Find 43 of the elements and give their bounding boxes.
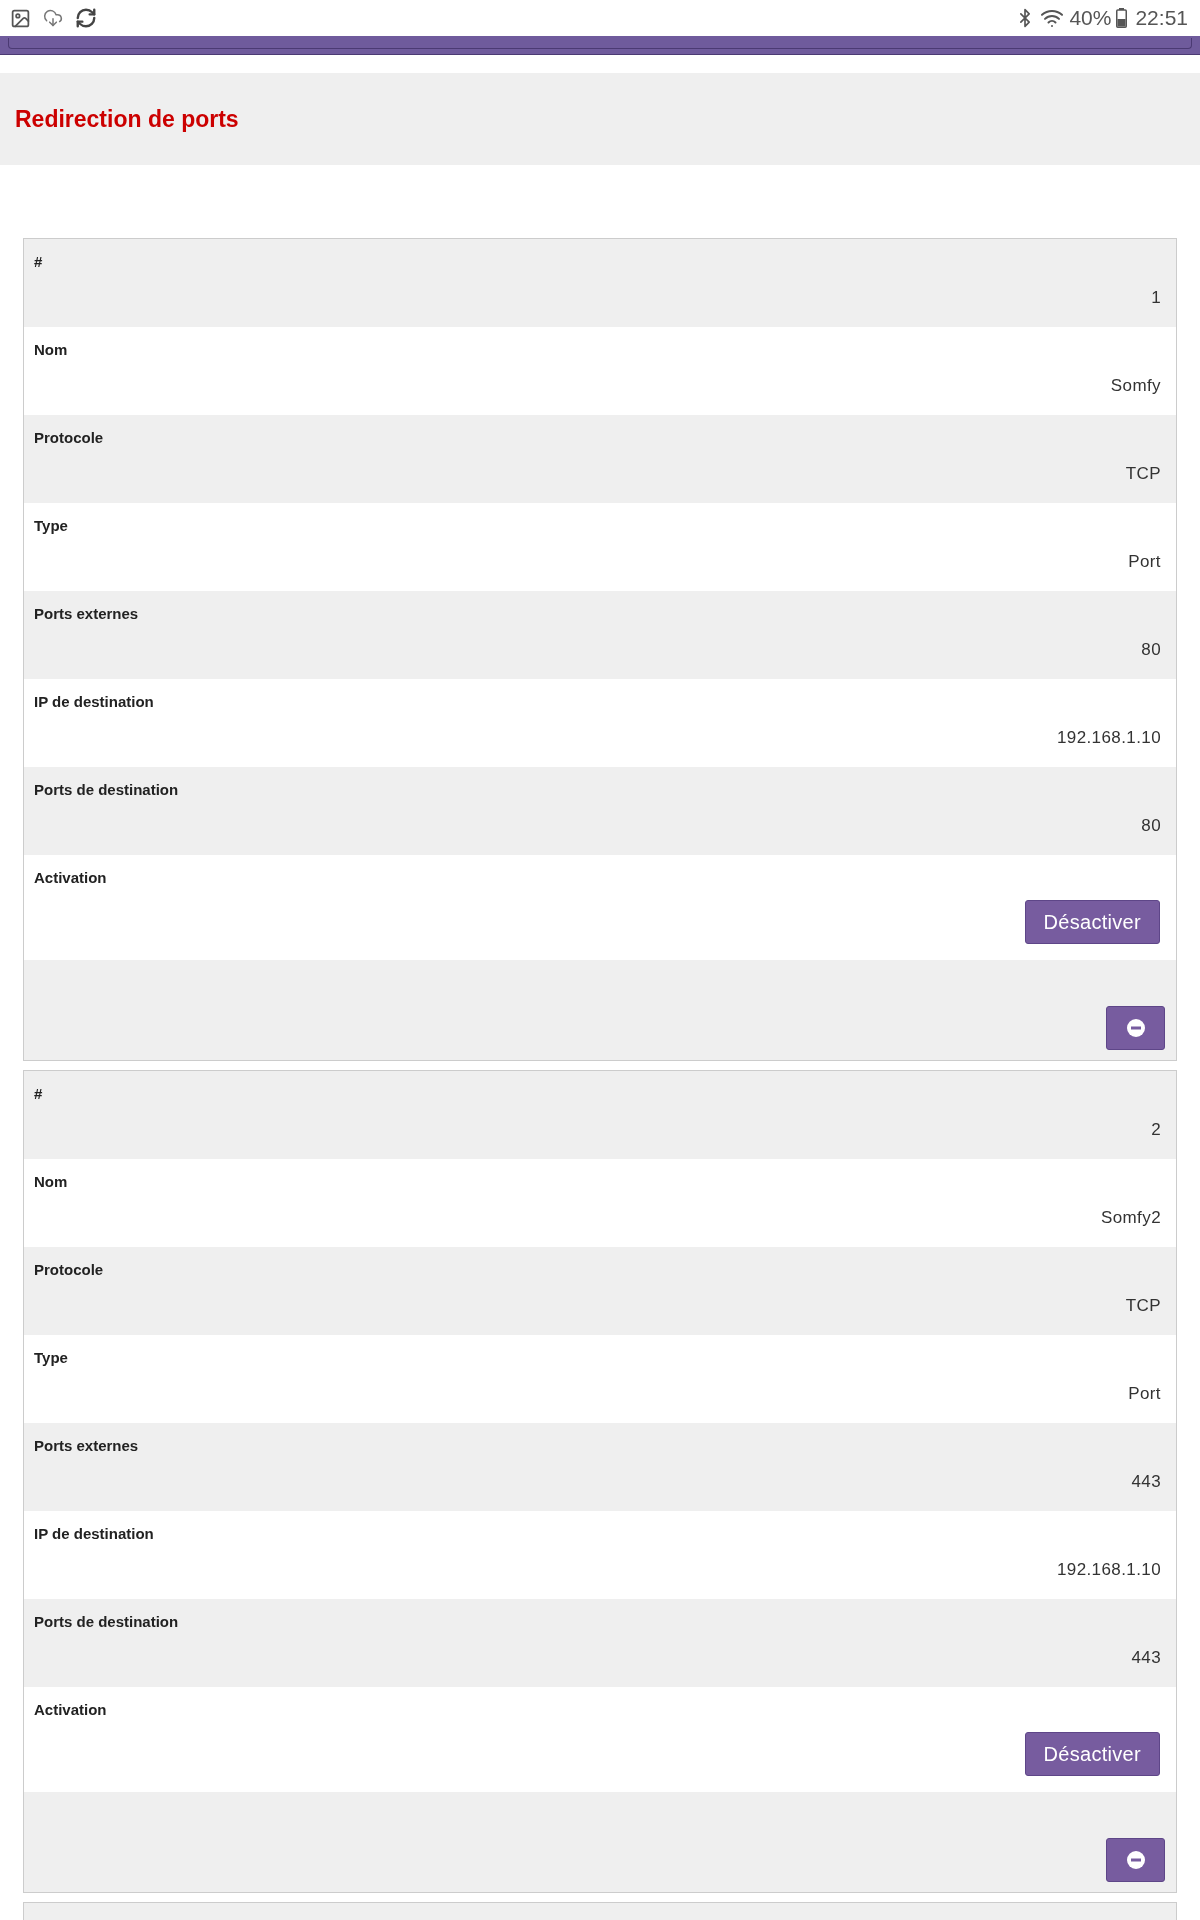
field-label: Nom <box>34 340 68 360</box>
field-value: 2 <box>1151 1120 1161 1140</box>
field-label: Protocole <box>34 428 104 448</box>
remove-button[interactable] <box>1106 1006 1165 1050</box>
field-value: 443 <box>1131 1472 1161 1492</box>
field-value: Port <box>1128 1384 1161 1404</box>
field-value: 80 <box>1141 640 1161 660</box>
minus-circle-icon <box>1126 1019 1145 1037</box>
battery-percent: 40% <box>1069 6 1112 30</box>
image-icon <box>10 7 31 29</box>
page-title: Redirection de ports <box>15 105 239 133</box>
field-value: TCP <box>1125 1296 1161 1316</box>
deactivate-button[interactable]: Désactiver <box>1024 1732 1160 1776</box>
minus-circle-icon <box>1126 1851 1145 1869</box>
field-value: 80 <box>1141 816 1161 836</box>
field-label: # <box>34 1084 43 1104</box>
field-label: Activation <box>34 1700 107 1720</box>
field-label: # <box>34 252 43 272</box>
field-label: Type <box>34 1348 68 1368</box>
field-label: Ports externes <box>34 604 139 624</box>
field-label: Ports externes <box>34 1436 139 1456</box>
field-value: 192.168.1.10 <box>1056 728 1161 748</box>
field-label: Activation <box>34 868 107 888</box>
refresh-icon <box>75 7 97 29</box>
field-value: Somfy <box>1110 376 1161 396</box>
cloud-download-icon <box>43 8 63 28</box>
battery-icon <box>1116 8 1128 28</box>
field-value: 443 <box>1131 1648 1161 1668</box>
remove-button[interactable] <box>1106 1838 1165 1882</box>
clock-time: 22:51 <box>1135 6 1188 30</box>
deactivate-button[interactable]: Désactiver <box>1024 900 1160 944</box>
field-label: Nom <box>34 1172 68 1192</box>
field-label: Protocole <box>34 1260 104 1280</box>
field-value: 192.168.1.10 <box>1056 1560 1161 1580</box>
field-value: Somfy2 <box>1100 1208 1161 1228</box>
field-value: TCP <box>1125 464 1161 484</box>
field-label: Ports de destination <box>34 1612 179 1632</box>
field-value: 1 <box>1151 288 1161 308</box>
field-value: Port <box>1128 552 1161 572</box>
field-label: Type <box>34 516 68 536</box>
field-label: Ports de destination <box>34 780 179 800</box>
field-label: IP de destination <box>34 1524 154 1544</box>
field-label: IP de destination <box>34 692 154 712</box>
